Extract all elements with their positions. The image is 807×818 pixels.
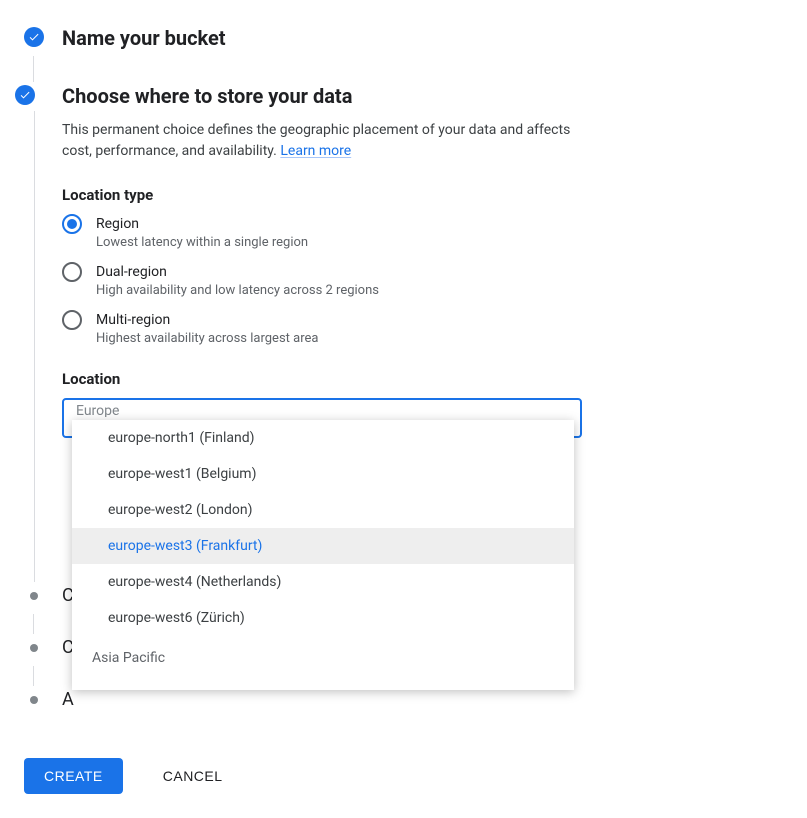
radio-icon [62,262,82,282]
step-title: Choose where to store your data [62,82,783,110]
dropdown-item[interactable]: europe-west2 (London) [72,492,574,528]
step-collapsed[interactable]: A [24,686,783,718]
location-select-wrapper: Europe europe-north1 (Finland) europe-we… [62,398,582,438]
footer-buttons: CREATE CANCEL [24,758,783,794]
dropdown-item[interactable]: europe-west4 (Netherlands) [72,564,574,600]
radio-label: Dual-region [96,262,379,282]
location-heading: Location [62,370,783,388]
dropdown-item[interactable]: europe-west6 (Zürich) [72,600,574,636]
bullet-icon [30,696,38,704]
step-choose-location: Choose where to store your data This per… [24,82,783,582]
learn-more-link[interactable]: Learn more [280,143,351,159]
bullet-icon [30,644,38,652]
dropdown-item[interactable]: europe-north1 (Finland) [72,420,574,456]
connector-line [33,666,34,686]
step-description: This permanent choice defines the geogra… [62,120,602,162]
radio-region[interactable]: Region Lowest latency within a single re… [62,214,783,250]
radio-sublabel: Lowest latency within a single region [96,235,308,250]
bullet-icon [30,592,38,600]
dropdown-group-label: Asia Pacific [72,636,574,674]
location-dropdown[interactable]: europe-north1 (Finland) europe-west1 (Be… [72,420,574,690]
radio-sublabel: High availability and low latency across… [96,283,379,298]
step-title: Name your bucket [62,24,783,52]
step-name-bucket[interactable]: Name your bucket [24,24,783,56]
radio-multi-region[interactable]: Multi-region Highest availability across… [62,310,783,346]
location-type-heading: Location type [62,186,783,204]
dropdown-item-highlighted[interactable]: europe-west3 (Frankfurt) [72,528,574,564]
check-circle-icon [24,27,44,47]
connector-line [33,56,34,82]
create-button[interactable]: CREATE [24,758,123,794]
cancel-button[interactable]: CANCEL [143,758,243,794]
step-title-obscured: A [62,686,78,714]
connector-line [33,614,34,634]
check-circle-icon [15,85,35,105]
connector-line [34,111,35,582]
radio-sublabel: Highest availability across largest area [96,331,318,346]
radio-label: Multi-region [96,310,318,330]
location-type-radio-group: Region Lowest latency within a single re… [62,214,783,346]
select-clipped-group: Europe [76,403,119,417]
radio-icon [62,214,82,234]
radio-label: Region [96,214,308,234]
radio-icon [62,310,82,330]
radio-dual-region[interactable]: Dual-region High availability and low la… [62,262,783,298]
dropdown-item[interactable]: europe-west1 (Belgium) [72,456,574,492]
